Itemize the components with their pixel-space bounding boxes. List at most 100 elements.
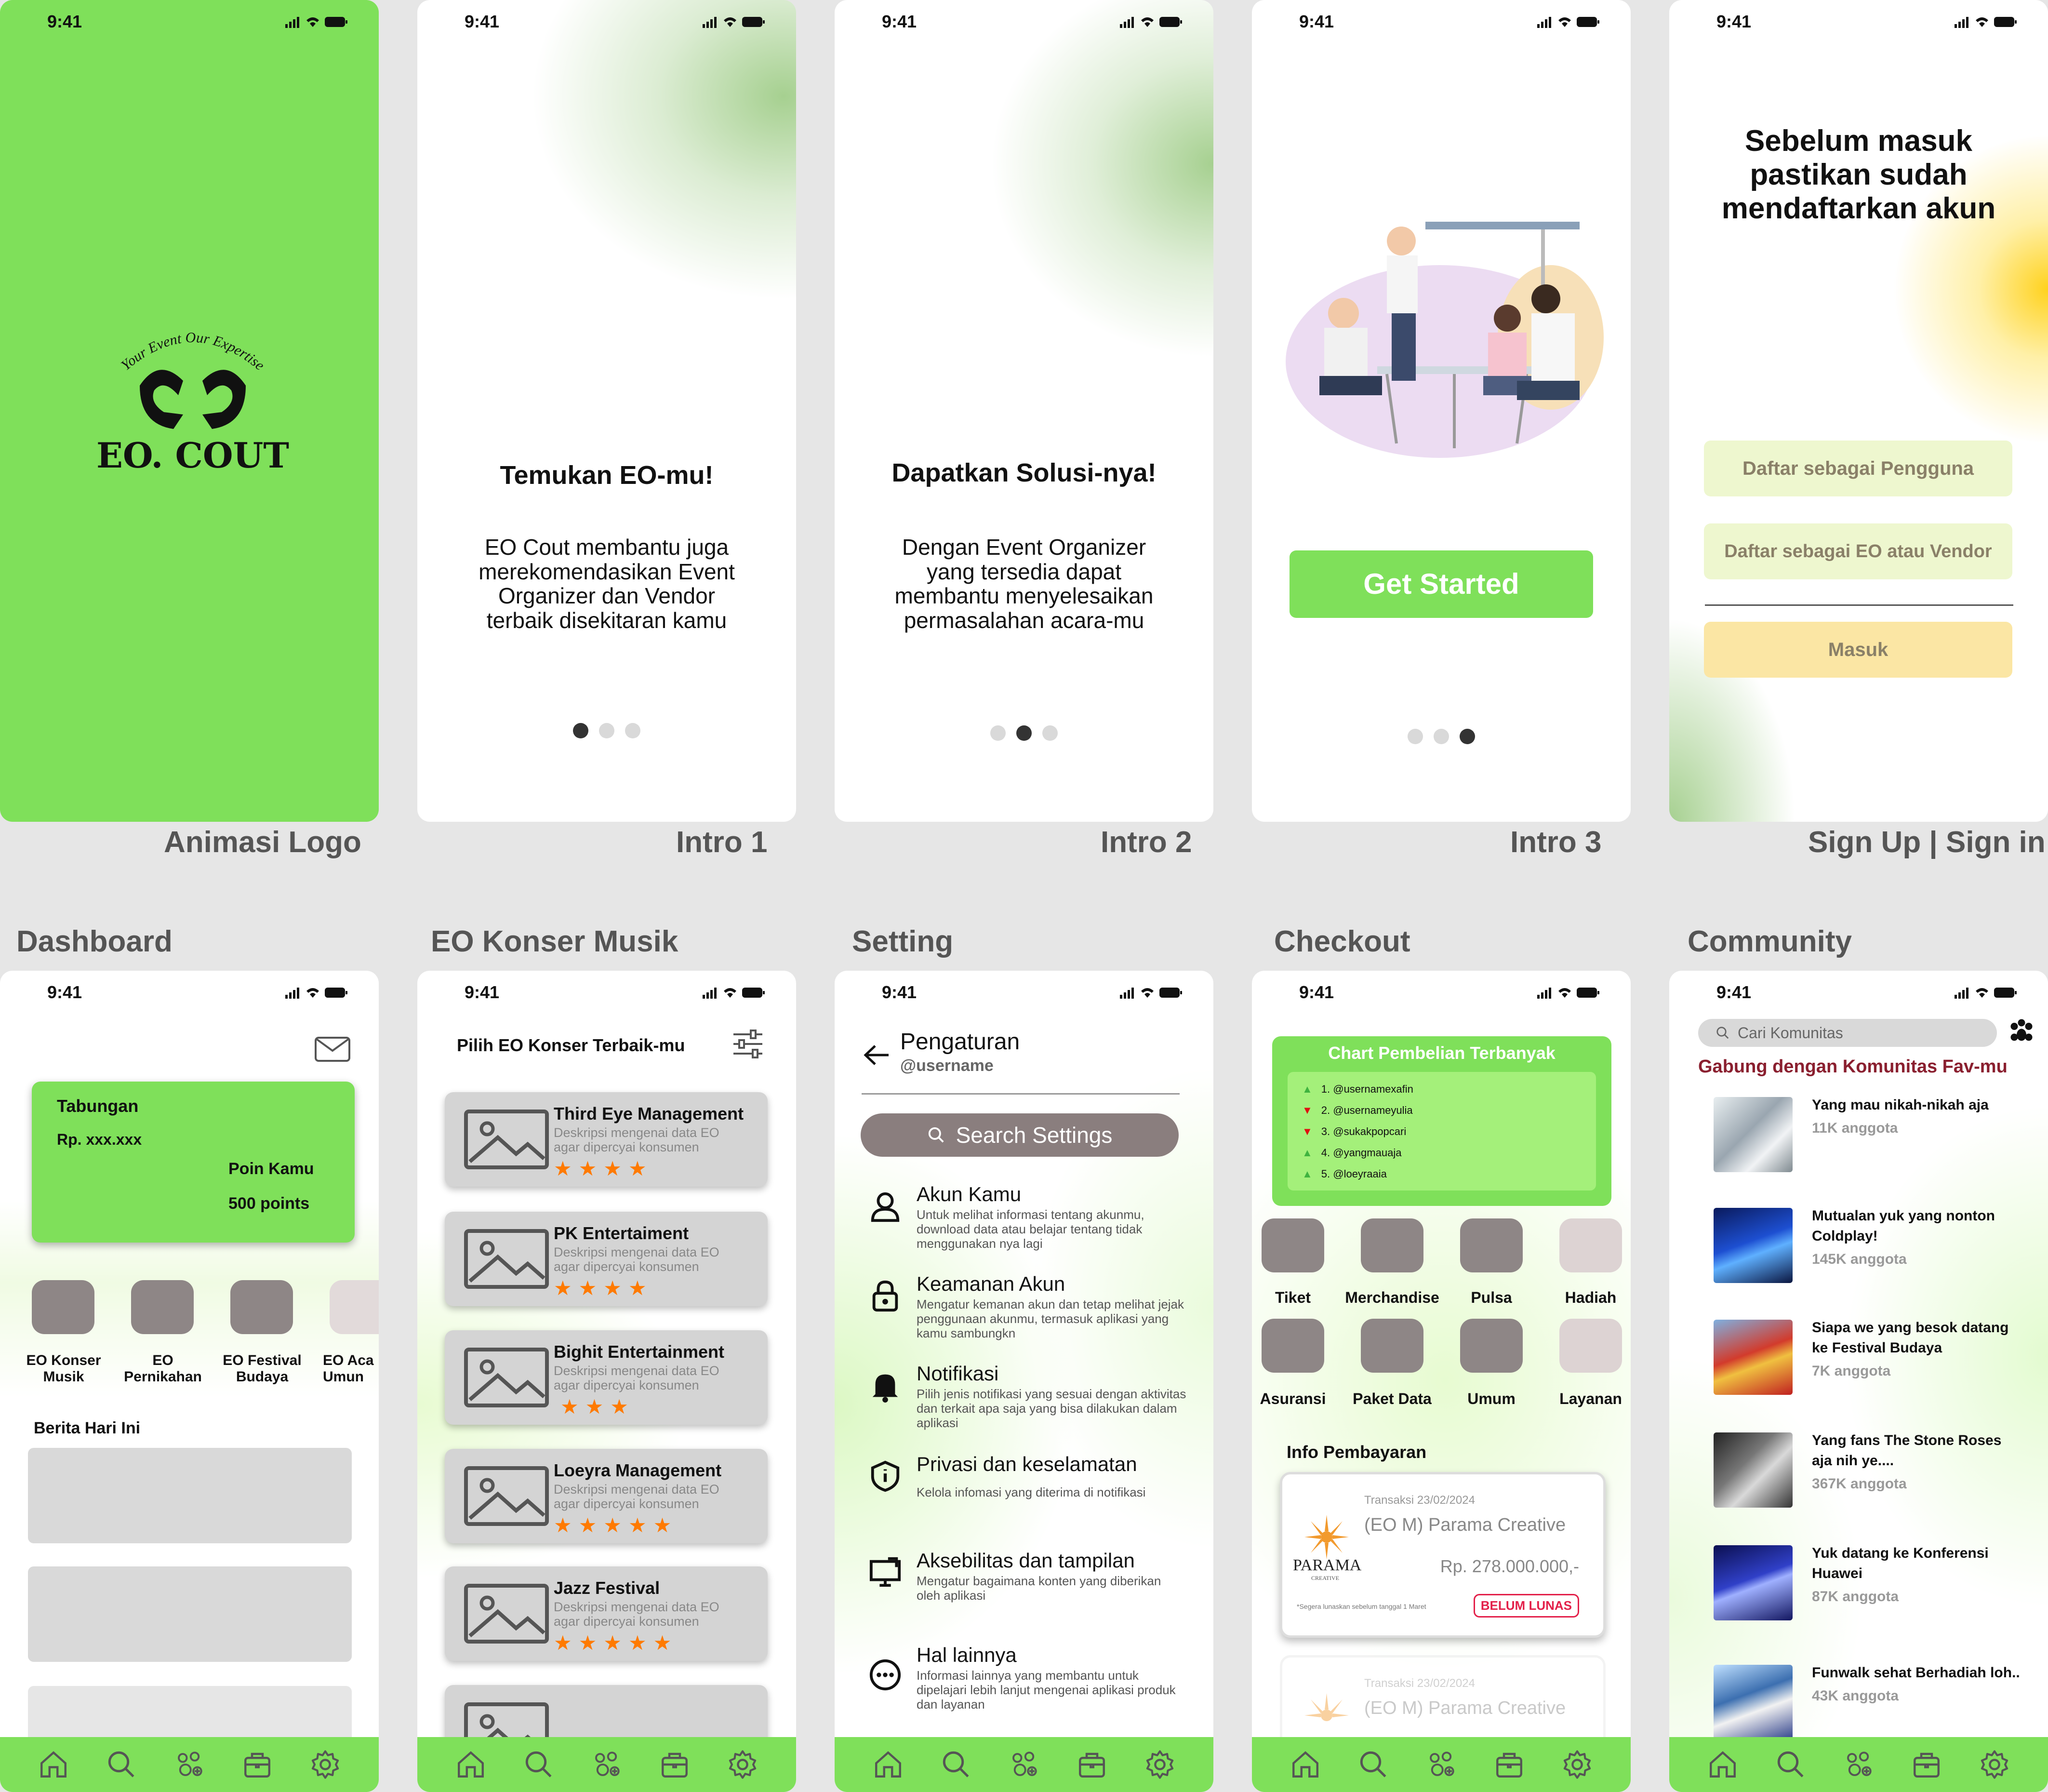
filter-icon[interactable] xyxy=(731,1029,764,1059)
category-wedding-icon[interactable] xyxy=(131,1280,194,1334)
logo-tagline: Your Event Our Expertise xyxy=(118,330,267,374)
search-icon[interactable] xyxy=(1775,1749,1807,1780)
community-item[interactable]: Yang mau nikah-nikah aja 11K anggota xyxy=(1714,1090,2022,1185)
search-icon xyxy=(1716,1027,1729,1039)
eo-card[interactable]: PK Entertaiment Deskripsi mengenai data … xyxy=(445,1212,768,1306)
search-icon[interactable] xyxy=(106,1749,137,1780)
setting-item-privacy[interactable]: Privasi dan keselamatan Kelola infomasi … xyxy=(868,1453,1191,1525)
community-icon[interactable] xyxy=(591,1749,623,1780)
pulse-credit-icon[interactable] xyxy=(1460,1218,1523,1272)
page-dot-1[interactable] xyxy=(1408,729,1423,744)
eo-card[interactable]: Jazz Festival Deskripsi mengenai data EO… xyxy=(445,1566,768,1661)
register-eo-vendor-button[interactable]: Daftar sebagai EO atau Vendor xyxy=(1704,523,2012,579)
caption-intro2: Intro 2 xyxy=(1101,826,1192,859)
shop-icon[interactable] xyxy=(1493,1749,1525,1780)
savings-card[interactable]: Tabungan Rp. xxx.xxx Poin Kamu 500 point… xyxy=(32,1082,355,1243)
shop-icon[interactable] xyxy=(1911,1749,1942,1780)
home-icon[interactable] xyxy=(38,1749,69,1780)
register-user-button[interactable]: Daftar sebagai Pengguna xyxy=(1704,441,2012,496)
settings-icon[interactable] xyxy=(727,1749,758,1780)
community-item[interactable]: Yang fans The Stone Roses aja nih ye....… xyxy=(1714,1426,2022,1520)
home-icon[interactable] xyxy=(1707,1749,1739,1780)
page-dot-2[interactable] xyxy=(1434,729,1449,744)
category-festival-icon[interactable] xyxy=(230,1280,293,1334)
category-music-icon[interactable] xyxy=(32,1280,94,1334)
setting-item-security[interactable]: Keamanan Akun Mengatur kemanan akun dan … xyxy=(868,1272,1191,1345)
community-search[interactable]: Cari Komunitas xyxy=(1698,1019,1997,1047)
home-icon[interactable] xyxy=(872,1749,904,1780)
parama-logo-icon xyxy=(1304,1515,1349,1559)
home-icon[interactable] xyxy=(455,1749,487,1780)
eo-card[interactable]: Bighit Entertainment Deskripsi mengenai … xyxy=(445,1330,768,1425)
user-icon xyxy=(871,1192,900,1222)
mail-icon[interactable] xyxy=(314,1036,351,1062)
login-button[interactable]: Masuk xyxy=(1704,622,2012,678)
service-icon[interactable] xyxy=(1559,1319,1622,1373)
page-dot-2[interactable] xyxy=(1016,725,1032,741)
shop-icon[interactable] xyxy=(1076,1749,1108,1780)
menu-data-label: Paket Data xyxy=(1353,1390,1432,1407)
settings-icon[interactable] xyxy=(1144,1749,1176,1780)
caption-intro3: Intro 3 xyxy=(1510,826,1602,859)
back-arrow-icon[interactable] xyxy=(864,1044,891,1066)
shop-icon[interactable] xyxy=(659,1749,691,1780)
gift-icon[interactable] xyxy=(1559,1218,1622,1272)
page-dot-1[interactable] xyxy=(573,723,588,738)
setting-item-others[interactable]: Hal lainnya Informasi lainnya yang memba… xyxy=(868,1644,1191,1716)
app-logo: Your Event Our Expertise EO. COUT xyxy=(87,313,299,487)
category-academic-icon[interactable] xyxy=(330,1280,379,1334)
status-icons xyxy=(1537,14,1600,29)
news-card[interactable] xyxy=(28,1448,352,1543)
community-item[interactable]: Yuk datang ke Konferensi Huawei 87K anggo… xyxy=(1714,1538,2022,1633)
insurance-icon[interactable] xyxy=(1262,1319,1324,1373)
status-bar: 9:41 xyxy=(0,971,379,1017)
settings-icon[interactable] xyxy=(309,1749,341,1780)
get-started-button[interactable]: Get Started xyxy=(1290,550,1593,618)
transaction-date: Transaksi 23/02/2024 xyxy=(1364,1677,1475,1690)
community-icon[interactable] xyxy=(173,1749,205,1780)
community-item[interactable]: Siapa we yang besok datang ke Festival B… xyxy=(1714,1313,2022,1407)
rank-item: ▼ 3. @sukakpopcari xyxy=(1302,1121,1596,1142)
settings-search[interactable]: Search Settings xyxy=(861,1113,1179,1157)
paw-group-icon[interactable] xyxy=(2007,1018,2036,1047)
page-dot-2[interactable] xyxy=(599,723,614,738)
search-icon[interactable] xyxy=(940,1749,972,1780)
merchandise-icon[interactable] xyxy=(1361,1218,1423,1272)
menu-insurance-label: Asuransi xyxy=(1260,1390,1326,1407)
search-icon[interactable] xyxy=(1357,1749,1389,1780)
community-item[interactable]: Mutualan yuk yang nonton Coldplay! 145K a… xyxy=(1714,1201,2022,1296)
page-dot-3[interactable] xyxy=(1042,725,1058,741)
page-dot-3[interactable] xyxy=(625,723,640,738)
status-time: 9:41 xyxy=(1299,982,1334,1002)
menu-merchandise-label: Merchandise xyxy=(1345,1289,1439,1306)
eo-card[interactable]: Loeyra Management Deskripsi mengenai dat… xyxy=(445,1449,768,1543)
setting-item-notification[interactable]: Notifikasi Pilih jenis notifikasi yang s… xyxy=(868,1362,1191,1434)
eo-card-desc: Deskripsi mengenai data EO agar dipercya… xyxy=(554,1364,719,1392)
general-icon[interactable] xyxy=(1460,1319,1523,1373)
search-icon[interactable] xyxy=(523,1749,555,1780)
community-count: 7K anggota xyxy=(1812,1363,1891,1379)
home-icon[interactable] xyxy=(1290,1749,1321,1780)
setting-item-accessibility[interactable]: Aksebilitas dan tampilan Mengatur bagaim… xyxy=(868,1549,1191,1621)
setting-item-desc: Mengatur kemanan akun dan tetap melihat … xyxy=(917,1297,1184,1340)
category-music-label: EO Konser Musik xyxy=(26,1352,101,1385)
shop-icon[interactable] xyxy=(241,1749,273,1780)
setting-item-desc: Untuk melihat informasi tentang akunmu, … xyxy=(917,1207,1144,1251)
setting-item-title: Keamanan Akun xyxy=(917,1272,1065,1295)
community-icon[interactable] xyxy=(1425,1749,1457,1780)
category-wedding-label: EO Pernikahan xyxy=(124,1352,202,1385)
transaction-card[interactable]: PARAMA CREATIVE Transaksi 23/02/2024 (EO… xyxy=(1280,1472,1606,1638)
eo-card-name: Loeyra Management xyxy=(554,1460,722,1480)
community-icon[interactable] xyxy=(1008,1749,1040,1780)
ticket-icon[interactable] xyxy=(1262,1218,1324,1272)
settings-icon[interactable] xyxy=(1979,1749,2010,1780)
community-icon[interactable] xyxy=(1843,1749,1875,1780)
display-icon xyxy=(869,1557,901,1587)
page-dot-1[interactable] xyxy=(990,725,1006,741)
news-card[interactable] xyxy=(28,1566,352,1662)
settings-icon[interactable] xyxy=(1561,1749,1593,1780)
eo-card[interactable]: Third Eye Management Deskripsi mengenai … xyxy=(445,1092,768,1187)
data-package-icon[interactable] xyxy=(1361,1319,1423,1373)
setting-item-account[interactable]: Akun Kamu Untuk melihat informasi tentan… xyxy=(868,1183,1191,1255)
page-dot-3[interactable] xyxy=(1460,729,1475,744)
